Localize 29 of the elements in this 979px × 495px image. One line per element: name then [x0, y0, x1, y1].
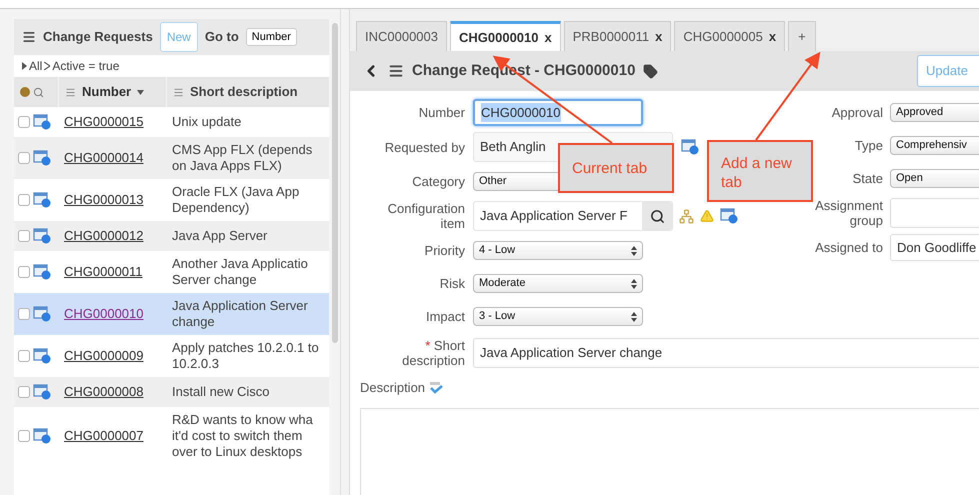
field-label: Configuration item	[386, 201, 465, 231]
list-title: Change Requests	[43, 28, 153, 46]
table-cell: Oracle FLX (Java App Dependency)	[172, 184, 300, 215]
field-label: Assignment group	[814, 198, 883, 228]
table-cell: Java App Server	[172, 228, 268, 243]
field-label: Risk	[440, 276, 465, 291]
table-cell: Apply patches 10.2.0.1 to 10.2.0.3	[172, 340, 319, 371]
field-label: Type	[854, 138, 883, 153]
table-cell: Install new Cisco	[172, 384, 270, 399]
goto-label: Go to	[204, 28, 239, 46]
field-label: State	[852, 171, 883, 186]
field-label: Category	[412, 174, 465, 189]
field-label: Impact	[426, 309, 465, 324]
field-label: Approval	[832, 105, 883, 120]
field-label: Requested by	[384, 140, 465, 154]
table-cell: CMS App FLX (depends on Java Apps FLX)	[172, 142, 312, 173]
field-value: CHG0000010	[481, 102, 560, 122]
field-label: Number	[418, 105, 465, 120]
table-cell: Java Application Server change	[172, 298, 308, 329]
annotation-tooltip: Add a new tab	[707, 140, 813, 202]
field-value: Don Goodliffe	[897, 238, 976, 257]
field-label: * Short description	[401, 338, 465, 368]
annotation-tooltip: Current tab	[558, 143, 674, 193]
table-cell: Another Java Applicatio Server change	[172, 256, 308, 287]
table-cell: R&D wants to know wha it'd cost to switch them over to Linux desktops	[172, 412, 313, 459]
table-cell: Unix update	[172, 114, 242, 129]
field-label: Priority	[424, 243, 465, 258]
field-label: Assigned to	[815, 240, 883, 255]
field-label: Description	[360, 379, 426, 397]
